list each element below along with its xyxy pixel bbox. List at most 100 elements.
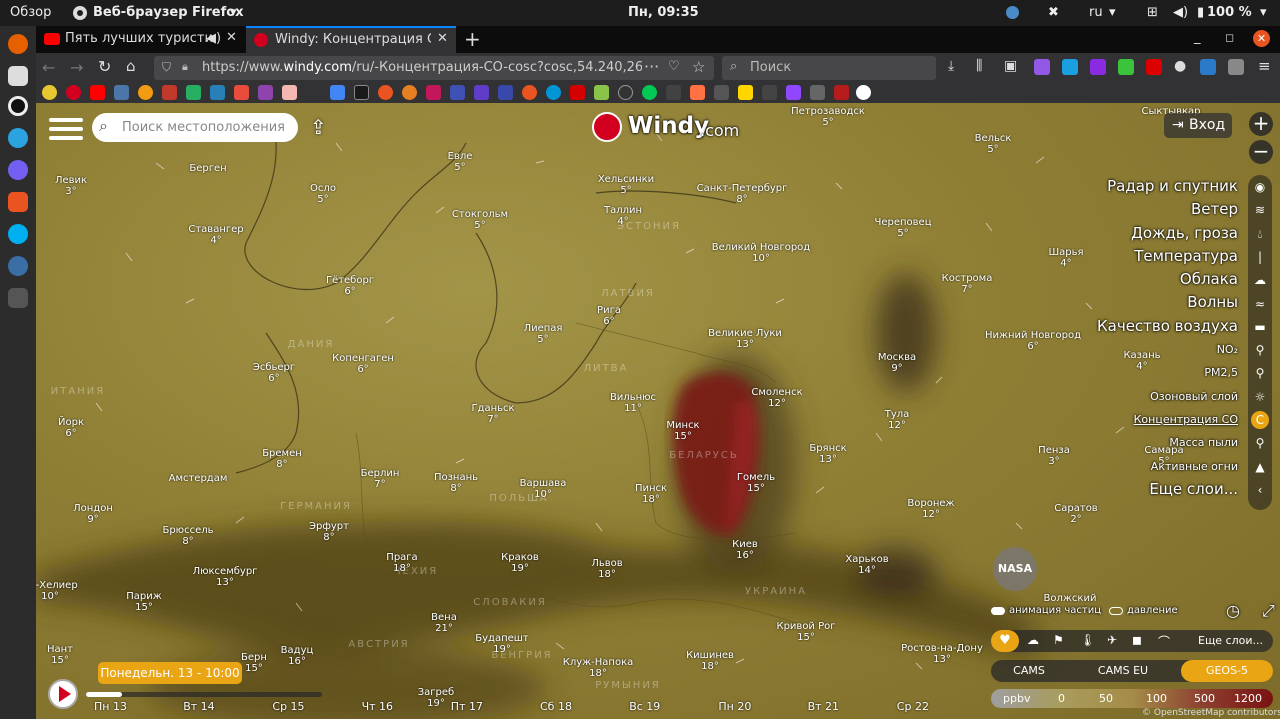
account-icon[interactable]: ●	[1174, 58, 1186, 74]
city-label[interactable]: Люксембург 13°	[193, 566, 258, 588]
city-label[interactable]: Варшава 10°	[520, 478, 567, 500]
timeline-day[interactable]: Сб 18	[540, 700, 572, 713]
reload-button[interactable]: ↻	[98, 57, 111, 76]
layer-item[interactable]: NO₂	[1097, 338, 1238, 361]
city-label[interactable]: Ставангер 4°	[188, 224, 243, 246]
thermometer-icon[interactable]: |	[1251, 248, 1269, 266]
bookmark-icon[interactable]	[714, 85, 729, 100]
city-label[interactable]: Хельсинки 5°	[598, 174, 654, 196]
clock-icon[interactable]: ◷	[1226, 601, 1240, 620]
city-label[interactable]: Лондон 9°	[73, 503, 113, 525]
forward-button[interactable]: →	[70, 58, 83, 77]
city-label[interactable]: Москва 9°	[878, 352, 916, 374]
firefox-dock-icon[interactable]	[8, 34, 28, 54]
home-button[interactable]: ⌂	[126, 57, 136, 75]
city-label[interactable]: Эсбьерг 6°	[253, 362, 295, 384]
city-label[interactable]: Рига 6°	[597, 305, 621, 327]
timeline-day[interactable]: Пн 13	[94, 700, 127, 713]
city-label[interactable]: Пинск 18°	[635, 483, 667, 505]
bookmark-icon[interactable]	[234, 85, 249, 100]
city-label[interactable]: Кострома 7°	[942, 273, 993, 295]
close-icon[interactable]: ✕	[437, 31, 448, 46]
radar-icon[interactable]: ⌒	[1158, 633, 1170, 650]
city-label[interactable]: Йорк 6°	[58, 417, 84, 439]
layer-item[interactable]: Ветер	[1097, 198, 1238, 221]
bookmark-icon[interactable]	[210, 85, 225, 100]
city-label[interactable]: Великий Новгород 10°	[712, 242, 810, 264]
pocket-icon[interactable]: ♡	[668, 59, 680, 74]
city-label[interactable]: Лиепая 5°	[524, 323, 563, 345]
fullscreen-icon[interactable]: ⤢	[1262, 601, 1275, 621]
search-bar[interactable]: ⌕ Поиск	[722, 56, 936, 80]
bookmark-icon[interactable]	[594, 85, 609, 100]
bookmark-icon[interactable]	[690, 85, 705, 100]
city-label[interactable]: Бремен 8°	[262, 448, 302, 470]
bookmark-star-icon[interactable]: ☆	[692, 58, 705, 76]
back-button[interactable]: ←	[42, 58, 55, 77]
hamburger-menu-icon[interactable]	[49, 116, 83, 142]
layer-item[interactable]: Активные огни	[1097, 455, 1238, 478]
skype-extension-icon[interactable]	[1062, 59, 1078, 75]
timeline-day[interactable]: Пт 17	[451, 700, 483, 713]
lock-icon[interactable]: 🔒︎	[182, 60, 188, 74]
city-label[interactable]: Нижний Новгород 6°	[985, 330, 1081, 352]
files-dock-icon[interactable]	[8, 66, 28, 86]
bookmark-icon[interactable]	[498, 85, 513, 100]
network-icon[interactable]: ⊞	[1147, 5, 1158, 20]
city-label[interactable]: Познань 8°	[434, 472, 478, 494]
bookmark-icon[interactable]	[258, 85, 273, 100]
location-search-input[interactable]: ⌕ Поиск местоположения	[92, 113, 298, 142]
bookmark-icon[interactable]	[402, 85, 417, 100]
language-indicator[interactable]: ru	[1089, 5, 1103, 20]
city-label[interactable]: Кишинев 18°	[686, 650, 734, 672]
city-label[interactable]: Пенза 3°	[1038, 445, 1070, 467]
bookmark-icon[interactable]	[282, 85, 297, 100]
bookmark-icon[interactable]	[114, 85, 129, 100]
chevron-left-icon[interactable]: ‹	[1251, 481, 1269, 499]
bookmark-icon[interactable]	[474, 85, 489, 100]
battery-icon[interactable]: ▮	[1197, 5, 1204, 20]
telegram-dock-icon[interactable]	[8, 128, 28, 148]
city-label[interactable]: Париж 15°	[126, 591, 162, 613]
bookmark-icon[interactable]	[738, 85, 753, 100]
extension-icon[interactable]	[1090, 59, 1106, 75]
city-label[interactable]: Санкт-Петербург 8°	[697, 183, 788, 205]
city-label[interactable]: Смоленск 12°	[751, 387, 802, 409]
city-label[interactable]: Воронеж 12°	[907, 498, 954, 520]
share-icon[interactable]: ⇪	[310, 115, 327, 139]
rain-icon[interactable]: 💧︎	[1251, 225, 1269, 243]
city-label[interactable]: Саратов 2°	[1054, 503, 1097, 525]
minimize-button[interactable]: _	[1194, 30, 1201, 45]
menu-icon[interactable]: ≡	[1258, 57, 1271, 75]
clock[interactable]: Пн, 09:35	[628, 5, 699, 20]
layer-item[interactable]: PM2,5	[1097, 361, 1238, 384]
bookmark-icon[interactable]	[522, 85, 537, 100]
city-label[interactable]: Нант 15°	[47, 644, 73, 666]
bookmark-icon[interactable]	[570, 85, 585, 100]
city-label[interactable]: Будапешт 19°	[475, 633, 529, 655]
bookmark-icon[interactable]	[642, 85, 657, 100]
steam-dock-icon[interactable]	[8, 256, 28, 276]
city-label[interactable]: Кривой Рог 15°	[776, 621, 835, 643]
city-label[interactable]: Краков 19°	[501, 552, 539, 574]
toggle-switch[interactable]	[1109, 607, 1123, 615]
bookmark-icon[interactable]	[186, 85, 201, 100]
city-label[interactable]: Брюссель 8°	[162, 525, 213, 547]
layer-item[interactable]: Масса пыли	[1097, 431, 1238, 454]
google-bookmark-icon[interactable]	[856, 85, 871, 100]
layer-item[interactable]: Концентрация CO	[1097, 408, 1238, 431]
city-label[interactable]: Гданьск 7°	[471, 403, 514, 425]
pin-icon[interactable]: ⚲	[1251, 364, 1269, 382]
bookmark-icon[interactable]	[810, 85, 825, 100]
timeline-day[interactable]: Вт 14	[183, 700, 214, 713]
city-label[interactable]: Берн 15°	[241, 652, 267, 674]
steam-icon[interactable]	[1005, 5, 1020, 24]
bookmark-icon[interactable]	[618, 85, 633, 100]
bookmark-icon[interactable]	[450, 85, 465, 100]
shield-icon[interactable]: ⛉	[162, 60, 171, 75]
city-label[interactable]: Череповец 5°	[874, 217, 931, 239]
gamepad-dock-icon[interactable]	[8, 288, 28, 308]
bookmark-icon[interactable]	[834, 85, 849, 100]
play-button[interactable]	[48, 679, 78, 709]
city-label[interactable]: Осло 5°	[310, 183, 336, 205]
